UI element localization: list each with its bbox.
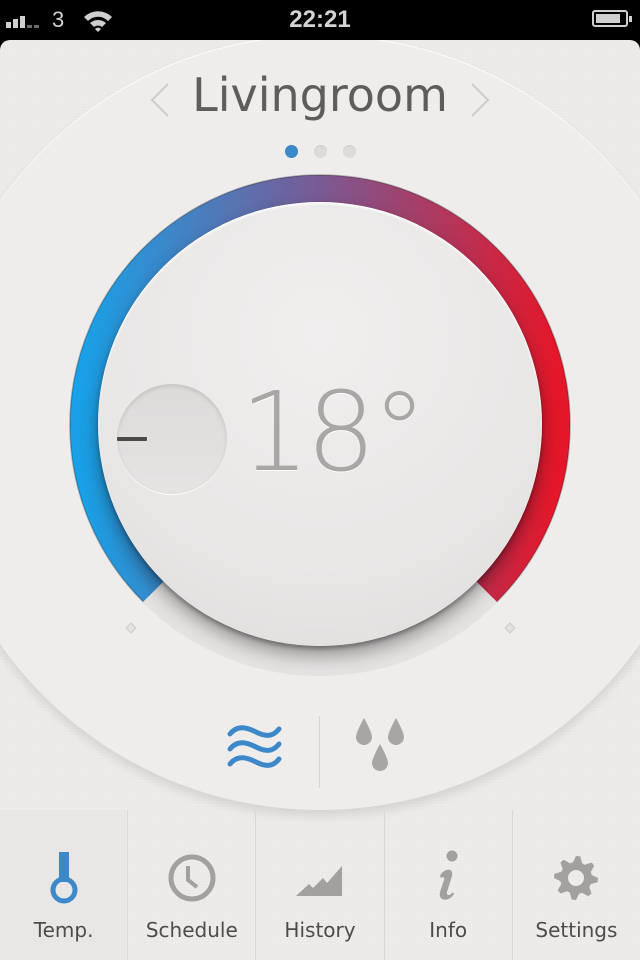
tab-info[interactable]: Info [383,810,512,960]
tab-label: Schedule [145,918,238,942]
decrease-temp-button[interactable] [117,384,227,494]
tab-label: Settings [535,918,618,942]
tab-label: Temp. [33,918,94,942]
page-dot[interactable] [284,145,298,158]
tab-schedule[interactable]: Schedule [127,810,255,960]
tab-temp[interactable]: Temp. [0,810,127,960]
tab-label: Info [429,918,468,942]
chart-icon [296,866,342,896]
thermostat-screen: 18° Livingroom Temp. Schedule History In… [0,40,640,960]
minus-icon [117,437,147,441]
chevron-right-icon[interactable] [468,82,492,118]
clock-icon [168,854,216,902]
temperature-value: 18° [240,368,427,496]
gear-icon [554,856,599,900]
water-drops-icon [356,718,404,771]
info-icon [439,850,458,900]
status-bar: 3 22:21 [0,0,640,40]
water-mode-button[interactable] [340,714,420,784]
thermometer-icon [50,852,78,904]
page-dot[interactable] [313,145,327,158]
battery-icon [592,10,632,27]
mode-divider [319,716,320,788]
heating-mode-button[interactable] [216,714,296,784]
tab-bar: Temp. Schedule History Info Settings [0,810,640,960]
room-title: Livingroom [192,68,448,122]
clock-time: 22:21 [289,6,351,33]
tab-settings[interactable]: Settings [511,810,640,960]
heat-waves-icon [227,725,282,768]
tab-label: History [284,918,356,942]
page-dot[interactable] [342,145,356,158]
tab-history[interactable]: History [255,810,383,960]
page-indicator[interactable] [0,145,640,158]
